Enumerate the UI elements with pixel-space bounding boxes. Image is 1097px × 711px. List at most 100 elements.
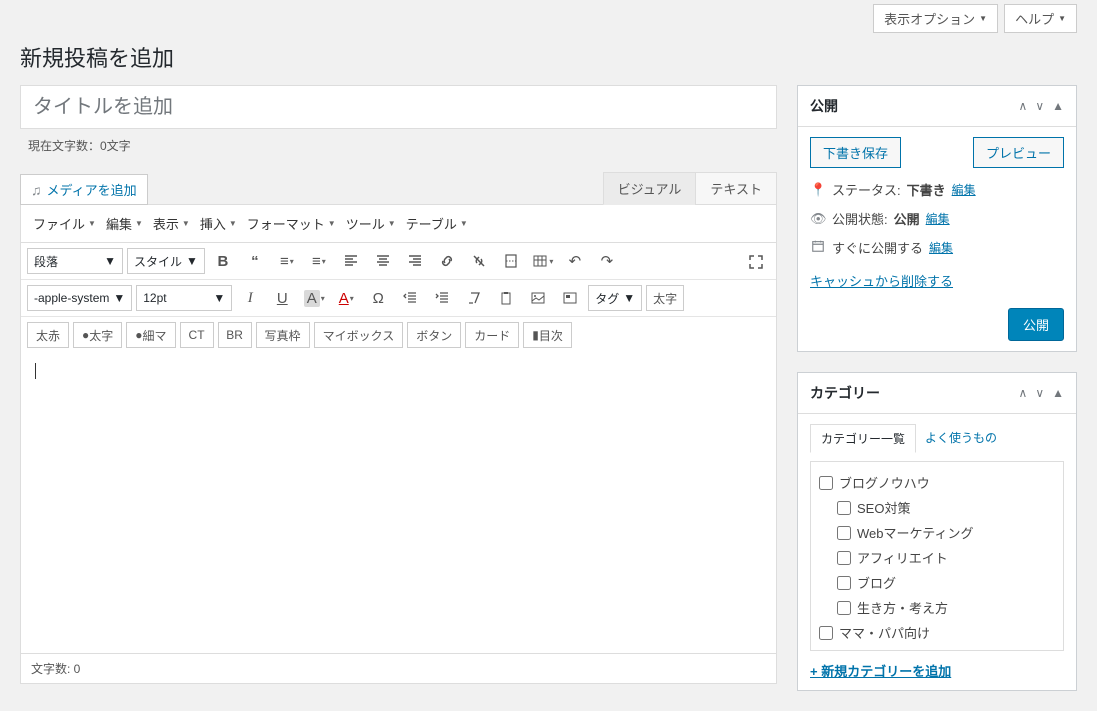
calendar-icon (810, 239, 826, 256)
publish-box: 公開 ∧ ∨ ▲ 下書き保存 プレビュー 📍 ステータス: 下書き 編集 (797, 85, 1077, 352)
bold-red-button[interactable]: 太赤 (27, 322, 69, 348)
font-select[interactable]: -apple-system▼ (27, 285, 132, 311)
category-checkbox[interactable] (819, 476, 833, 490)
category-label: 生き方・考え方 (857, 598, 948, 617)
button-button[interactable]: ボタン (407, 322, 461, 348)
align-left-button[interactable] (337, 248, 365, 274)
undo-button[interactable]: ↶ (561, 248, 589, 274)
clear-format-button[interactable] (460, 285, 488, 311)
menu-file[interactable]: ファイル▼ (29, 211, 100, 236)
post-title-input[interactable] (20, 85, 777, 129)
unlink-button[interactable] (465, 248, 493, 274)
quote-button[interactable]: “ (241, 248, 269, 274)
textcolor-button[interactable]: A▾ (332, 285, 360, 311)
add-media-button[interactable]: ♫ メディアを追加 (20, 174, 148, 205)
readmore-button[interactable] (497, 248, 525, 274)
move-down-icon[interactable]: ∨ (1035, 386, 1044, 400)
preview-button[interactable]: プレビュー (973, 137, 1064, 168)
br-button[interactable]: BR (218, 322, 252, 348)
menu-tools[interactable]: ツール▼ (342, 211, 400, 236)
italic-button[interactable]: I (236, 285, 264, 311)
category-label: Webマーケティング (857, 523, 973, 542)
bold-black-button[interactable]: ● 太字 (73, 322, 122, 348)
char-count: 現在文字数：0文字 (28, 137, 777, 154)
tab-all-categories[interactable]: カテゴリー一覧 (810, 424, 916, 453)
move-up-icon[interactable]: ∧ (1019, 99, 1028, 113)
toggle-icon[interactable]: ▲ (1052, 386, 1064, 400)
toc-button[interactable]: ▮ 目次 (523, 322, 572, 348)
category-checkbox[interactable] (819, 626, 833, 640)
category-list[interactable]: ブログノウハウ SEO対策 Webマーケティングアフィリエイトブログ生き方・考え方マ… (810, 461, 1064, 651)
indent-button[interactable] (428, 285, 456, 311)
outdent-button[interactable] (396, 285, 424, 311)
bookmark-icon: ▮ (532, 328, 539, 342)
add-category-link[interactable]: + 新規カテゴリーを追加 (810, 661, 951, 680)
style-select[interactable]: スタイル▼ (127, 248, 205, 274)
editor-content[interactable] (21, 353, 776, 653)
edit-schedule-link[interactable]: 編集 (929, 239, 953, 256)
menu-view[interactable]: 表示▼ (149, 211, 194, 236)
category-item[interactable]: ブログ (819, 570, 1055, 595)
number-list-button[interactable]: ≡▾ (305, 248, 333, 274)
category-checkbox[interactable] (819, 651, 833, 652)
page-title: 新規投稿を追加 (20, 41, 1077, 73)
circle-icon: ● (82, 328, 89, 342)
redo-button[interactable]: ↷ (593, 248, 621, 274)
tag-select[interactable]: タグ▼ (588, 285, 642, 311)
category-item[interactable]: 生き方・考え方 (819, 595, 1055, 620)
category-checkbox[interactable] (837, 501, 851, 515)
menu-table[interactable]: テーブル▼ (402, 211, 472, 236)
category-item[interactable]: Webマーケティング (819, 520, 1055, 545)
cache-delete-link[interactable]: キャッシュから削除する (810, 271, 1064, 290)
menu-format[interactable]: フォーマット▼ (243, 211, 340, 236)
menu-edit[interactable]: 編集▼ (102, 211, 147, 236)
mybox-button[interactable]: マイボックス (314, 322, 404, 348)
move-up-icon[interactable]: ∧ (1019, 386, 1028, 400)
bold-big-button[interactable]: 太字 (646, 285, 684, 311)
save-draft-button[interactable]: 下書き保存 (810, 137, 901, 168)
category-item[interactable]: 副業 (819, 645, 1055, 651)
image-button[interactable] (524, 285, 552, 311)
tab-visual[interactable]: ビジュアル (603, 172, 697, 205)
edit-status-link[interactable]: 編集 (952, 181, 976, 198)
word-count: 文字数: 0 (21, 653, 776, 683)
category-item[interactable]: アフィリエイト (819, 545, 1055, 570)
category-item[interactable]: SEO対策 (819, 495, 1055, 520)
align-right-button[interactable] (401, 248, 429, 274)
tab-text[interactable]: テキスト (695, 172, 777, 205)
category-label: 副業 (839, 648, 865, 651)
bold-button[interactable]: B (209, 248, 237, 274)
category-label: SEO対策 (857, 498, 910, 517)
category-item[interactable]: ママ・パパ向け (819, 620, 1055, 645)
ct-button[interactable]: CT (180, 322, 214, 348)
fontsize-select[interactable]: 12pt▼ (136, 285, 232, 311)
clipboard-button[interactable] (492, 285, 520, 311)
photo-frame-button[interactable]: 写真枠 (256, 322, 310, 348)
category-checkbox[interactable] (837, 526, 851, 540)
fullscreen-button[interactable] (742, 249, 770, 275)
align-center-button[interactable] (369, 248, 397, 274)
category-checkbox[interactable] (837, 551, 851, 565)
circle-icon: ● (135, 328, 142, 342)
category-item[interactable]: ブログノウハウ (819, 470, 1055, 495)
move-down-icon[interactable]: ∨ (1035, 99, 1044, 113)
screen-options-button[interactable]: 表示オプション ▼ (873, 4, 998, 33)
special-char-button[interactable]: Ω (364, 285, 392, 311)
bgcolor-button[interactable]: A▾ (300, 285, 328, 311)
underline-button[interactable]: U (268, 285, 296, 311)
publish-button[interactable]: 公開 (1008, 308, 1064, 341)
edit-visibility-link[interactable]: 編集 (926, 210, 950, 227)
card-button[interactable]: カード (465, 322, 519, 348)
link-button[interactable] (433, 248, 461, 274)
format-select[interactable]: 段落▼ (27, 248, 123, 274)
template-button[interactable] (556, 285, 584, 311)
category-checkbox[interactable] (837, 576, 851, 590)
menu-insert[interactable]: 挿入▼ (196, 211, 241, 236)
hoso-button[interactable]: ● 細マ (126, 322, 175, 348)
table-button[interactable]: ▾ (529, 248, 557, 274)
bullet-list-button[interactable]: ≡▾ (273, 248, 301, 274)
help-button[interactable]: ヘルプ ▼ (1004, 4, 1077, 33)
category-checkbox[interactable] (837, 601, 851, 615)
toggle-icon[interactable]: ▲ (1052, 99, 1064, 113)
tab-frequent-categories[interactable]: よく使うもの (915, 424, 1007, 453)
